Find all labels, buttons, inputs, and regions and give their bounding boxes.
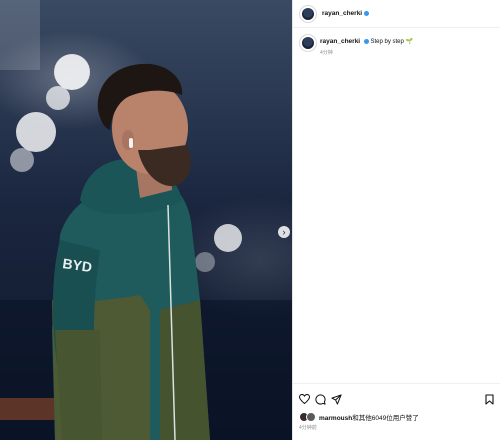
caption-text: rayan_cherki Step by step 🌱 (320, 38, 413, 45)
heart-icon[interactable] (298, 393, 310, 405)
post-header: rayan_cherki (293, 0, 500, 28)
background-sign (0, 398, 60, 420)
avatar[interactable] (299, 4, 317, 23)
post-photo: BYD › (0, 0, 292, 440)
player-figure (52, 63, 210, 440)
actions-divider (293, 383, 500, 384)
liker-avatar (306, 412, 316, 422)
comment-icon[interactable] (314, 393, 326, 405)
post-panel: rayan_cherki rayan_cherki Step by step 🌱… (293, 0, 500, 440)
likes-user[interactable]: marmoush (319, 415, 352, 422)
verified-icon (363, 38, 369, 44)
seedling-emoji: 🌱 (405, 39, 413, 45)
caption-body: Step by step (370, 39, 404, 45)
post-timestamp: 4分钟前 (299, 425, 317, 431)
photo-illustration: BYD (0, 0, 292, 440)
chevron-right-icon[interactable]: › (278, 226, 290, 238)
earbud (129, 138, 133, 148)
bookmark-icon[interactable] (483, 393, 495, 405)
caption-timestamp: 4分钟 (320, 50, 333, 56)
likes-text: marmoush和其他6049位用户赞了 (319, 412, 419, 422)
header-username[interactable]: rayan_cherki (322, 10, 362, 17)
caption-avatar[interactable] (299, 34, 317, 52)
caption-username[interactable]: rayan_cherki (320, 38, 360, 45)
likes-rest: 和其他6049位用户赞了 (352, 415, 419, 422)
verified-icon (364, 11, 370, 16)
action-bar (293, 391, 500, 407)
likes-summary[interactable]: marmoush和其他6049位用户赞了 (299, 412, 419, 422)
share-icon[interactable] (330, 393, 342, 405)
